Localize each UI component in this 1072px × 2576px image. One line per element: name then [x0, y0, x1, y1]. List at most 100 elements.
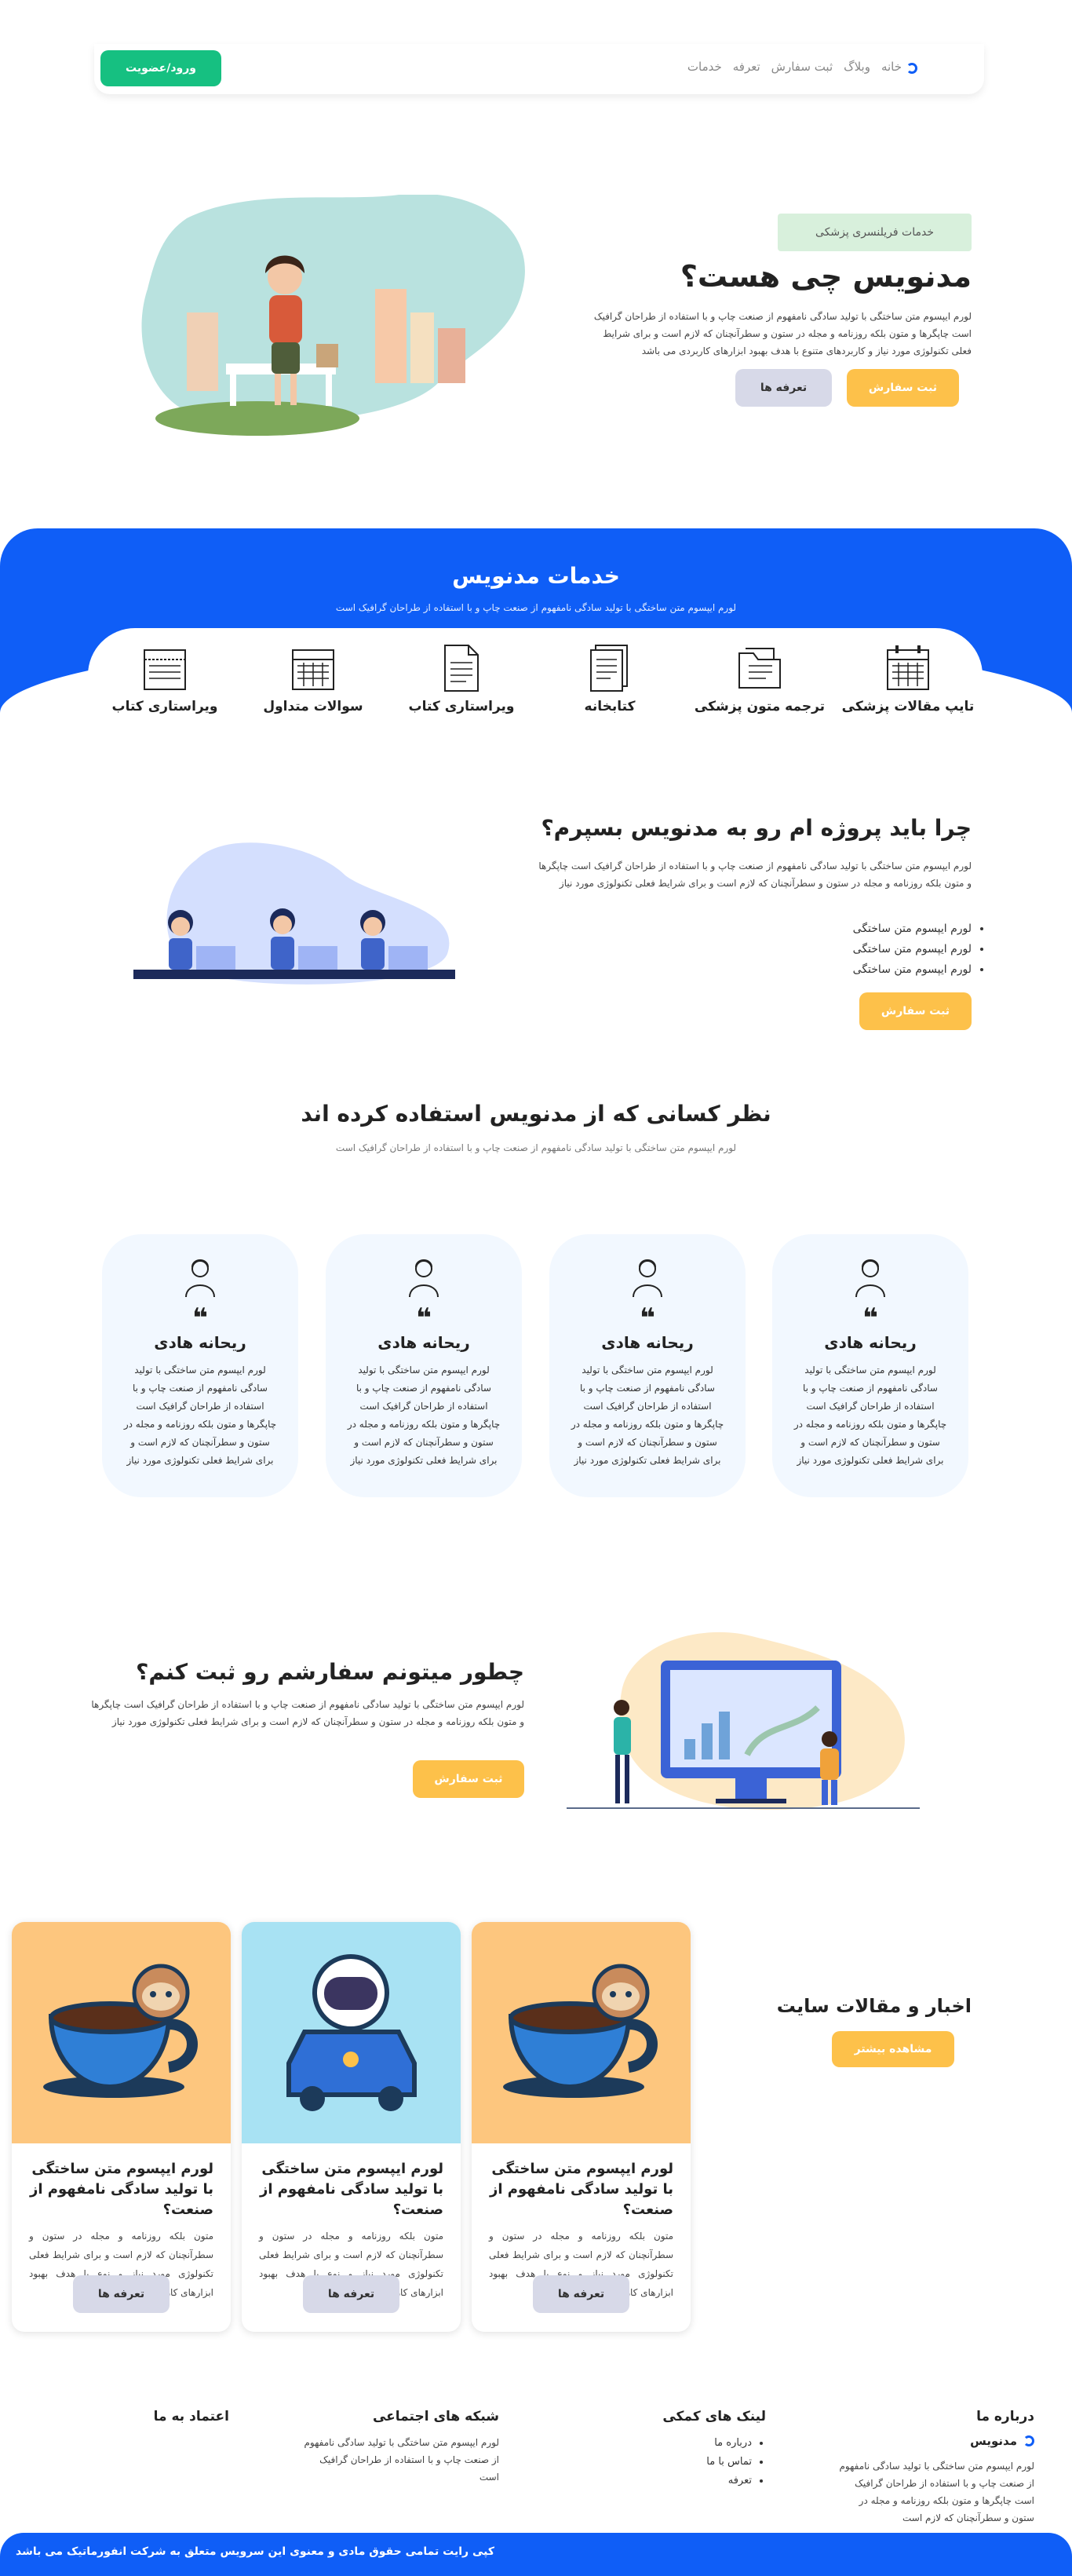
why-order-button[interactable]: ثبت سفارش — [859, 992, 972, 1030]
service-label: ترجمه متون پزشکی — [694, 699, 826, 714]
news-more-button[interactable]: مشاهده بیشتر — [832, 2031, 954, 2067]
logo-icon[interactable] — [906, 63, 917, 74]
login-button[interactable]: ورود/عضویت — [100, 50, 221, 86]
howto-title: چطور میتونم سفارشم رو ثبت کنم؟ — [136, 1659, 524, 1685]
service-library[interactable]: کتابخانه — [543, 644, 676, 714]
testimonial-name: ریحانه هادی — [601, 1333, 694, 1352]
why-bullets: لورم ایپسوم متن ساختگی لورم ایپسوم متن س… — [853, 919, 972, 980]
footer-link-tariff[interactable]: تعرفه — [640, 2472, 752, 2490]
document-icon — [590, 645, 628, 692]
hero-illustration — [141, 195, 525, 436]
why-illustration — [133, 842, 455, 985]
hero-tariff-button[interactable]: تعرفه ها — [735, 369, 832, 407]
blog-button[interactable]: تعرفه ها — [533, 2275, 629, 2313]
avatar-icon — [409, 1259, 439, 1298]
hero-title: مدنویس چی هست؟ — [680, 259, 972, 294]
service-label: ویراستاری کتاب — [408, 699, 515, 714]
testimonial-card: ❝ ریحانه هادی لورم ایپسوم متن ساختگی با … — [549, 1234, 746, 1497]
why-title: چرا باید پروژه ام رو به مدنویس بسپرم؟ — [541, 815, 972, 841]
testimonials-title: نظر کسانی که از مدنویس استفاده کرده اند — [301, 1101, 771, 1127]
nav-services[interactable]: خدمات — [687, 60, 722, 74]
why-text: لورم ایپسوم متن ساختگی با تولید سادگی نا… — [538, 860, 972, 889]
footer-links: لینک های کمکی درباره ما تماس با ما تعرفه — [640, 2409, 766, 2490]
service-label: سوالات متداول — [263, 699, 363, 714]
nav-order[interactable]: ثبت سفارش — [771, 60, 833, 74]
list-item: لورم ایپسوم متن ساختگی — [853, 939, 972, 959]
blog-card[interactable]: لورم ایپسوم متن ساختگی با تولید سادگی نا… — [242, 1922, 461, 2332]
list-item: لورم ایپسوم متن ساختگی — [853, 919, 972, 939]
footer-social-text: لورم ایپسوم متن ساختگی با تولید سادگی نا… — [304, 2437, 499, 2483]
service-editing[interactable]: ویراستاری کتاب — [395, 644, 528, 714]
page: خانه وبلاگ ثبت سفارش تعرفه خدمات ورود/عض… — [0, 0, 1072, 2576]
footer-trust-title: اعتماد به ما — [153, 2409, 229, 2424]
footer-brand: مدنویس — [970, 2434, 1017, 2448]
service-translation[interactable]: ترجمه متون پزشکی — [693, 644, 826, 714]
nav-blog[interactable]: وبلاگ — [844, 60, 870, 74]
footer-social: شبکه های اجتماعی لورم ایپسوم متن ساختگی … — [295, 2409, 499, 2486]
blog-card[interactable]: لورم ایپسوم متن ساختگی با تولید سادگی نا… — [472, 1922, 691, 2332]
testimonial-card: ❝ ریحانه هادی لورم ایپسوم متن ساختگی با … — [772, 1234, 968, 1497]
blog-image — [472, 1922, 691, 2143]
howto-order-button[interactable]: ثبت سفارش — [413, 1760, 524, 1798]
folder-icon — [738, 648, 781, 689]
blog-title: لورم ایپسوم متن ساختگی با تولید سادگی نا… — [489, 2161, 673, 2218]
calendar-icon — [292, 649, 334, 690]
footer-social-title: شبکه های اجتماعی — [372, 2409, 499, 2424]
testimonial-card: ❝ ریحانه هادی لورم ایپسوم متن ساختگی با … — [326, 1234, 522, 1497]
quote-icon: ❝ — [862, 1303, 878, 1334]
testimonial-card: ❝ ریحانه هادی لورم ایپسوم متن ساختگی با … — [102, 1234, 298, 1497]
calendar-icon — [887, 645, 929, 690]
howto-illustration — [567, 1631, 920, 1810]
footer-about-text: لورم ایپسوم متن ساختگی با تولید سادگی نا… — [839, 2461, 1034, 2523]
calendar-icon — [144, 649, 186, 690]
service-faq[interactable]: سوالات متداول — [246, 644, 380, 714]
nav-home[interactable]: خانه — [881, 60, 902, 74]
news-title: اخبار و مقالات سایت — [776, 1995, 972, 2017]
service-label: ویراستاری کتاب — [111, 699, 218, 714]
services-subtitle: لورم ایپسوم متن ساختگی با تولید سادگی نا… — [335, 602, 737, 613]
service-label: کتابخانه — [584, 699, 636, 714]
testimonial-name: ریحانه هادی — [824, 1333, 917, 1352]
services-title: خدمات مدنویس — [452, 563, 620, 589]
hero-order-button[interactable]: ثبت سفارش — [847, 369, 959, 407]
hero-tag: خدمات فریلنسری پزشکی — [778, 214, 972, 251]
footer-about: درباره ما مدنویس لورم ایپسوم متن ساختگی … — [799, 2409, 1034, 2527]
blog-title: لورم ایپسوم متن ساختگی با تولید سادگی نا… — [29, 2161, 213, 2218]
howto-text: لورم ایپسوم متن ساختگی با تولید سادگی نا… — [91, 1699, 524, 1727]
testimonial-text: لورم ایپسوم متن ساختگی با تولید سادگی نا… — [793, 1365, 947, 1466]
sloth-coffee-icon — [503, 1964, 658, 2098]
testimonial-text: لورم ایپسوم متن ساختگی با تولید سادگی نا… — [123, 1365, 277, 1466]
footer-links-title: لینک های کمکی — [662, 2409, 766, 2424]
hero-text: لورم ایپسوم متن ساختگی با تولید سادگی نا… — [593, 311, 972, 356]
avatar-icon — [185, 1259, 215, 1298]
avatar-icon — [633, 1259, 662, 1298]
testimonial-name: ریحانه هادی — [154, 1333, 246, 1352]
nav-links: خانه وبلاگ ثبت سفارش تعرفه خدمات — [687, 60, 902, 74]
quote-icon: ❝ — [416, 1303, 432, 1334]
footer-trust: اعتماد به ما — [104, 2409, 229, 2434]
navbar: خانه وبلاگ ثبت سفارش تعرفه خدمات — [94, 44, 984, 94]
blog-image — [242, 1922, 461, 2143]
astronaut-car-icon — [286, 1954, 417, 2111]
service-editing-2[interactable]: ویراستاری کتاب — [98, 644, 232, 714]
footer-about-title: درباره ما — [976, 2409, 1034, 2424]
quote-icon: ❝ — [640, 1303, 655, 1334]
service-label: تایپ مقالات پزشکی — [841, 699, 975, 714]
footer-link-contact[interactable]: تماس با ما — [640, 2453, 752, 2472]
logo-icon — [1023, 2435, 1034, 2446]
blog-button[interactable]: تعرفه ها — [303, 2275, 399, 2313]
blog-card[interactable]: لورم ایپسوم متن ساختگی با تولید سادگی نا… — [12, 1922, 231, 2332]
testimonial-name: ریحانه هادی — [377, 1333, 470, 1352]
testimonial-text: لورم ایپسوم متن ساختگی با تولید سادگی نا… — [347, 1365, 501, 1466]
sloth-coffee-icon — [43, 1964, 198, 2098]
blog-button[interactable]: تعرفه ها — [73, 2275, 170, 2313]
avatar-icon — [855, 1259, 885, 1298]
nav-tariff[interactable]: تعرفه — [733, 60, 760, 74]
testimonials-subtitle: لورم ایپسوم متن ساختگی با تولید سادگی نا… — [335, 1142, 737, 1153]
service-typing[interactable]: تایپ مقالات پزشکی — [841, 644, 975, 714]
testimonial-text: لورم ایپسوم متن ساختگی با تولید سادگی نا… — [571, 1365, 724, 1466]
blog-image — [12, 1922, 231, 2143]
list-item: لورم ایپسوم متن ساختگی — [853, 959, 972, 980]
footer-link-about[interactable]: درباره ما — [640, 2434, 752, 2453]
copyright-bar: کپی رایت تمامی حقوق مادی و معنوی این سرو… — [0, 2533, 1072, 2576]
